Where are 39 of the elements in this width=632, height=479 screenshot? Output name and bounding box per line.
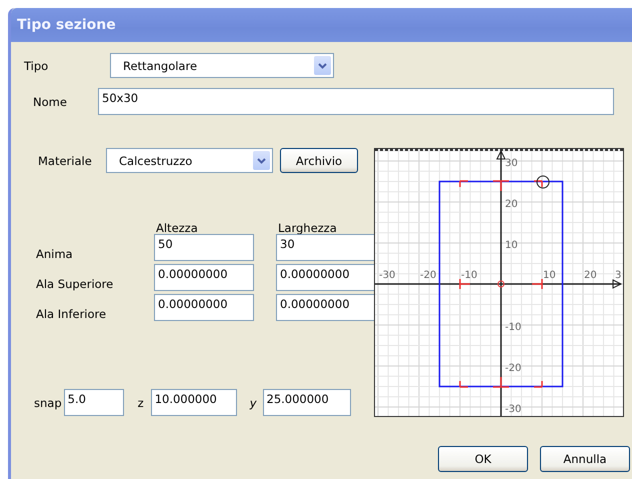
material-dropdown[interactable]: Calcestruzzo [106, 148, 273, 173]
column-header: Larghezza [277, 221, 338, 235]
row-label: Ala Inferiore [36, 307, 108, 321]
column-header: Altezza [155, 221, 199, 235]
type-dropdown[interactable]: Rettangolare [110, 53, 334, 78]
tick-label: 10 [505, 240, 518, 251]
tick-label: -20 [505, 363, 522, 374]
dimension-field[interactable]: 0.00000000 [154, 294, 254, 321]
tick-label: -20 [420, 270, 436, 281]
archive-button[interactable]: Archivio [280, 148, 358, 173]
tick-label: 30 [505, 158, 518, 169]
coordinate-field[interactable]: 10.000000 [150, 389, 237, 416]
tick-label: 20 [505, 199, 518, 210]
coordinate-field[interactable]: 25.000000 [262, 389, 350, 416]
dimension-field[interactable]: 0.00000000 [154, 264, 254, 291]
field-label: z [138, 396, 144, 410]
coordinate-field[interactable]: 5.0 [64, 389, 124, 416]
row-label: Anima [36, 247, 74, 261]
field-label: y [250, 396, 256, 410]
origin-marker [498, 280, 504, 288]
tick-label: -30 [505, 404, 522, 415]
window-title: Tipo sezione [17, 17, 116, 33]
ok-button[interactable]: OK [438, 446, 528, 472]
name-field[interactable]: 50x30 [98, 88, 614, 115]
tick-label: 3 [615, 270, 622, 281]
field-label: Nome [32, 94, 68, 108]
tick-label: -10 [461, 270, 478, 281]
cursor-circle [536, 176, 550, 188]
row-label: Ala Superiore [36, 277, 114, 291]
field-label: Tipo [24, 58, 50, 72]
tick-label: -30 [379, 270, 396, 281]
tick-label: 20 [584, 270, 597, 281]
cancel-button[interactable]: Annulla [540, 446, 630, 472]
dimension-field[interactable]: 50 [154, 234, 254, 261]
field-label: Materiale [37, 154, 93, 168]
section-canvas[interactable]: -30 -20 -10 10 20 3 30 20 10 -10 -20 -30 [374, 148, 624, 417]
tick-label: -10 [505, 322, 522, 333]
tick-label: 10 [543, 270, 556, 281]
field-label: snap [34, 396, 62, 410]
